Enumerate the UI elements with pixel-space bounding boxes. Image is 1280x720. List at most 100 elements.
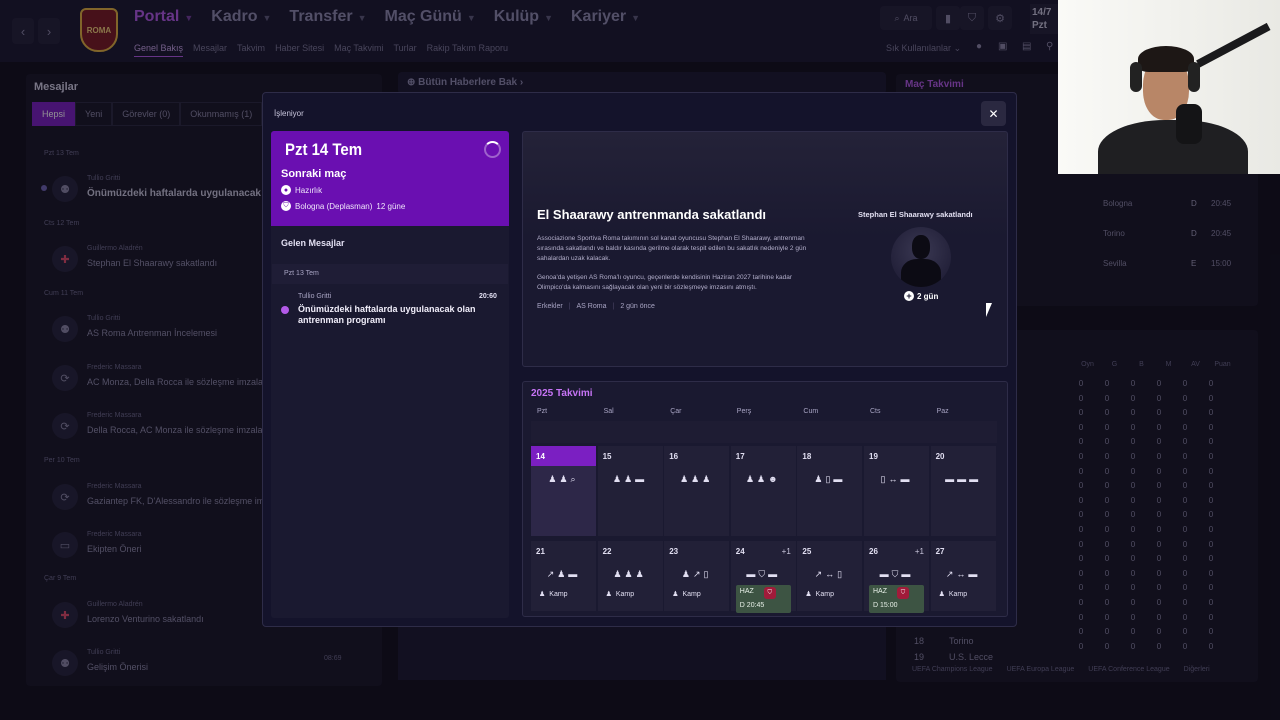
camp-tag: ♟ Kamp [605,590,635,599]
weekday-label: Cts [870,408,881,415]
camp-tag: ♟ Kamp [539,590,568,599]
calendar-day[interactable]: 26 +1 ▬⛉▬ HAZ ⛉ D 15:00 [864,541,929,613]
weekday-label: Çar [670,408,682,415]
more-events-badge: +1 [914,547,924,556]
calendar-day[interactable]: 14 ♟♟⌕ [531,446,596,536]
match-opponent: ⛉ Bologna (Deplasman) 12 güne [281,201,405,211]
news-paragraph: Genoa'da yetişen AS Roma'lı oyuncu, geçe… [537,274,793,291]
training-icons: ♟♟☻ [745,474,781,484]
training-icons: ▬⛉▬ [746,569,781,579]
camp-tag: ♟ Kamp [938,590,968,599]
weekday-label: Sal [603,408,614,415]
loading-spinner-icon [484,141,501,158]
day-number: 22 [602,547,612,556]
calendar-day[interactable]: 15 ♟♟▬ [597,446,663,536]
day-number: 25 [802,547,812,556]
training-icons: ♟♟♟ [613,569,647,579]
training-icons: ♟♟▬ [613,474,648,484]
training-icons: ▬▬▬ [945,474,982,484]
close-icon: ✕ [988,106,999,121]
match-tile[interactable]: HAZ ⛉ D 20:45 [735,585,791,613]
day-number: 17 [735,452,745,461]
inbox-message[interactable]: Önümüzdeki haftalarda uygulanacak olan a… [298,304,498,326]
training-icons: ↗↔▬ [945,569,981,579]
plus-icon: + [904,291,914,301]
training-icons: ♟♟⌕ [548,474,579,484]
next-match-date: Pzt 14 Tem [285,140,363,159]
ball-icon: ● [281,185,291,195]
camp-label: Kamp [815,590,834,598]
calendar-day[interactable]: 18 ♟▯▬ [797,446,863,536]
injury-title: Stephan El Shaarawy sakatlandı [858,210,973,219]
calendar-day[interactable]: 27 ↗↔▬ ♟ Kamp [930,541,996,611]
day-number: 15 [602,452,612,461]
match-type: ● Hazırlık [281,185,322,195]
modal-title: İşleniyor [274,109,304,118]
day-number: 27 [935,547,945,556]
match-time: D 15:00 [873,602,898,609]
training-icons: ↗♟▬ [546,569,581,579]
day-number: 18 [802,452,812,461]
camp-icon: ♟ [938,591,945,598]
training-icons: ♟▯▬ [814,474,846,484]
match-type: HAZ [739,588,754,595]
match-time: D 20:45 [739,602,765,609]
news-headline: El Shaarawy antrenmanda sakatlandı [537,207,767,222]
weekday-label: Perş [736,408,752,415]
weekday-label: Pzt [537,408,548,415]
calendar-divider [531,421,997,443]
training-icons: ▯↔▬ [880,474,913,484]
day-number: 20 [935,452,945,461]
camp-tag: ♟ Kamp [672,590,701,599]
inbox-date: Pzt 13 Tem [284,270,319,277]
calendar-day[interactable]: 20 ▬▬▬ [930,446,996,536]
camp-label: Kamp [948,590,968,598]
training-icons: ♟♟♟ [680,474,714,484]
calendar-day[interactable]: 25 ↗↔▯ ♟ Kamp [797,541,863,611]
inbox-time: 20:60 [479,293,497,300]
more-events-badge: +1 [781,547,791,556]
opponent-crest-icon: ⛉ [897,587,909,599]
news-paragraph: Associazione Sportiva Roma takımının sol… [537,235,807,262]
calendar-day[interactable]: 17 ♟♟☻ [730,446,796,536]
mouse-cursor-icon [986,303,992,317]
day-number: 19 [869,452,878,461]
calendar-day[interactable]: 23 ♟↗▯ ♟ Kamp [664,541,730,611]
calendar-day[interactable]: 21 ↗♟▬ ♟ Kamp [531,541,596,611]
calendar-day[interactable]: 24 +1 ▬⛉▬ HAZ ⛉ D 20:45 [730,541,796,613]
match-type: HAZ [873,588,887,595]
day-number: 23 [669,547,679,556]
camp-icon: ♟ [672,591,679,598]
training-icons: ▬⛉▬ [879,569,914,579]
match-tile[interactable]: HAZ ⛉ D 15:00 [869,585,924,613]
day-number: 16 [669,452,679,461]
day-number: 26 [869,547,878,556]
calendar-day[interactable]: 22 ♟♟♟ ♟ Kamp [597,541,663,611]
camp-tag: ♟ Kamp [805,590,834,599]
unread-dot [281,306,289,314]
camp-icon: ♟ [805,591,812,598]
injury-duration: +2 gün [904,291,938,301]
inbox-title: Gelen Mesajlar [281,238,345,248]
calendar-day[interactable]: 16 ♟♟♟ [664,446,730,536]
player-avatar [891,227,951,287]
camp-icon: ♟ [539,591,546,598]
calendar-day[interactable]: 19 ▯↔▬ [864,446,929,536]
camp-icon: ♟ [605,591,612,598]
opponent-crest-icon: ⛉ [763,587,776,599]
close-button[interactable]: ✕ [981,101,1006,126]
training-icons: ♟↗▯ [681,569,712,579]
news-tags: Erkekler | AS Roma | 2 gün önce [537,303,655,310]
day-number: 21 [536,547,545,556]
weekday-label: Paz [936,408,949,415]
weekday-label: Cum [803,408,819,415]
team-crest-icon: ⛉ [281,201,291,211]
camp-label: Kamp [682,590,701,598]
day-number: 14 [531,446,596,466]
day-number: 24 [735,547,745,556]
camp-label: Kamp [615,590,635,598]
inbox-sender: Tullio Gritti [298,293,332,300]
webcam-overlay [1058,0,1280,174]
calendar-title: 2025 Takvimi [531,388,593,399]
next-match-label: Sonraki maç [281,168,347,180]
